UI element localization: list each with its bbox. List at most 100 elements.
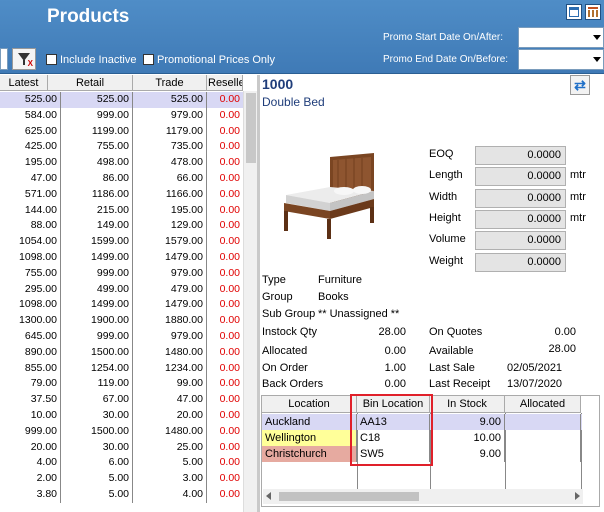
chevron-down-icon[interactable] — [593, 57, 601, 62]
price-cell: 0.00 — [219, 203, 240, 216]
dimension-field[interactable]: 0.0000 — [475, 146, 566, 165]
stock-cell-location: Auckland — [262, 414, 357, 430]
price-cell: 979.00 — [133, 329, 207, 345]
dimension-field[interactable]: 0.0000 — [475, 210, 566, 229]
table-row[interactable]: 3.80 5.00 4.00 0.00 — [0, 487, 243, 503]
table-row[interactable]: 571.00 1186.00 1166.00 0.00 — [0, 186, 243, 203]
price-cell: 1479.00 — [133, 297, 207, 314]
price-cell: 0.00 — [219, 393, 240, 406]
price-cell: 1499.00 — [61, 250, 133, 266]
price-grid[interactable]: Latest Retail Trade Reseller 525.00525.0… — [0, 75, 257, 512]
table-row[interactable]: 1098.00 1499.00 1479.00 0.00 — [0, 297, 243, 314]
table-row[interactable]: 79.00 119.00 99.00 0.00 — [0, 376, 243, 393]
table-row[interactable]: 625.00 1199.00 1179.00 0.00 — [0, 123, 243, 140]
scroll-left-icon[interactable] — [266, 492, 271, 500]
type-value: Furniture — [318, 274, 363, 286]
price-cell: 0.00 — [219, 488, 240, 500]
column-header-retail[interactable]: Retail — [48, 75, 133, 91]
scrollbar-thumb[interactable] — [279, 492, 419, 501]
price-cell: 144.00 — [0, 202, 61, 219]
column-header-location[interactable]: Location — [262, 396, 357, 413]
price-cell: 0.00 — [219, 377, 240, 390]
column-header-trade[interactable]: Trade — [133, 75, 207, 91]
table-row[interactable]: 144.00 215.00 195.00 0.00 — [0, 202, 243, 219]
promo-end-label: Promo End Date On/Before: — [383, 54, 509, 65]
table-row[interactable]: 584.00 999.00 979.00 0.00 — [0, 107, 243, 124]
grid-view-button[interactable] — [585, 4, 601, 20]
page-title: Products — [47, 6, 130, 27]
column-header-allocated[interactable]: Allocated — [505, 396, 581, 413]
price-cell: 0.00 — [219, 409, 240, 421]
promotional-prices-checkbox[interactable]: Promotional Prices Only — [143, 54, 275, 66]
dimension-field[interactable]: 0.0000 — [475, 189, 566, 208]
table-row[interactable]: 1300.00 1900.00 1880.00 0.00 — [0, 313, 243, 329]
price-cell: 0.00 — [219, 456, 240, 469]
price-cell: 5.00 — [61, 471, 133, 487]
dimension-field[interactable]: 0.0000 — [475, 253, 566, 272]
price-cell: 979.00 — [133, 107, 207, 124]
table-row[interactable]: 4.00 6.00 5.00 0.00 — [0, 455, 243, 472]
table-row[interactable]: 525.00 525.00 525.00 0.00 — [0, 92, 243, 108]
stock-cell-allocated — [505, 446, 581, 462]
table-row[interactable]: 10.00 30.00 20.00 0.00 — [0, 408, 243, 424]
table-row[interactable]: 855.00 1254.00 1234.00 0.00 — [0, 360, 243, 377]
table-row[interactable]: 195.00 498.00 478.00 0.00 — [0, 155, 243, 171]
table-row[interactable]: 890.00 1500.00 1480.00 0.00 — [0, 344, 243, 361]
column-header-latest[interactable]: Latest — [0, 75, 48, 91]
price-cell: 195.00 — [0, 155, 61, 171]
vertical-scrollbar[interactable] — [243, 91, 257, 512]
table-row[interactable]: 755.00 999.00 979.00 0.00 — [0, 265, 243, 282]
refresh-icon: ⇄ — [574, 77, 586, 93]
price-cell: 149.00 — [61, 218, 133, 235]
back-orders-label: Back Orders — [262, 378, 324, 390]
panel-splitter[interactable] — [257, 75, 260, 512]
include-inactive-checkbox[interactable]: Include Inactive — [46, 54, 136, 66]
price-cell: 1234.00 — [133, 360, 207, 377]
table-row[interactable]: 295.00 499.00 479.00 0.00 — [0, 281, 243, 298]
stock-cell-instock: 9.00 — [430, 446, 505, 462]
dimension-field[interactable]: 0.0000 — [475, 231, 566, 250]
table-row[interactable]: 999.00 1500.00 1480.00 0.00 — [0, 423, 243, 440]
table-row[interactable]: 88.00 149.00 129.00 0.00 — [0, 218, 243, 235]
list-view-button[interactable] — [566, 4, 582, 20]
checkbox-box[interactable] — [46, 54, 57, 65]
dimension-field[interactable]: 0.0000 — [475, 167, 566, 186]
search-input[interactable] — [0, 48, 8, 70]
table-row[interactable]: 47.00 86.00 66.00 0.00 — [0, 171, 243, 187]
stock-cell-instock: 10.00 — [430, 430, 505, 446]
stock-cell-instock: 9.00 — [430, 414, 505, 430]
price-cell: 5.00 — [133, 455, 207, 472]
table-row[interactable]: 20.00 30.00 25.00 0.00 — [0, 439, 243, 456]
product-code: 1000 — [262, 76, 294, 92]
price-cell: 47.00 — [0, 171, 61, 187]
column-header-in-stock[interactable]: In Stock — [430, 396, 505, 413]
price-cell: 4.00 — [0, 455, 61, 472]
back-orders-value: 0.00 — [384, 378, 406, 390]
price-cell: 86.00 — [61, 171, 133, 187]
checkbox-box[interactable] — [143, 54, 154, 65]
scrollbar-thumb[interactable] — [246, 93, 256, 163]
chevron-down-icon[interactable] — [593, 35, 601, 40]
promo-start-date-input[interactable] — [518, 27, 604, 48]
header-bar: Products Promo Start Date On/After: Prom… — [0, 0, 604, 74]
dimension-label: Weight — [429, 255, 464, 267]
table-row[interactable]: 645.00 999.00 979.00 0.00 — [0, 329, 243, 345]
group-label: Group — [262, 291, 293, 303]
refresh-button[interactable]: ⇄ — [570, 75, 590, 95]
last-receipt-label: Last Receipt — [429, 378, 491, 390]
promo-end-date-input[interactable] — [518, 49, 604, 70]
price-cell: 478.00 — [133, 155, 207, 171]
table-row[interactable]: 1054.00 1599.00 1579.00 0.00 — [0, 234, 243, 250]
price-cell: 0.00 — [219, 424, 240, 437]
table-row[interactable]: 2.00 5.00 3.00 0.00 — [0, 471, 243, 487]
column-header-reseller[interactable]: Reseller — [207, 75, 243, 91]
scroll-right-icon[interactable] — [575, 492, 580, 500]
horizontal-scrollbar[interactable] — [263, 489, 583, 504]
table-row[interactable]: 425.00 755.00 735.00 0.00 — [0, 139, 243, 156]
price-cell: 1900.00 — [61, 313, 133, 329]
price-cell: 0.00 — [219, 108, 240, 121]
table-row[interactable]: 37.50 67.00 47.00 0.00 — [0, 392, 243, 408]
price-cell: 1054.00 — [0, 234, 61, 250]
table-row[interactable]: 1098.00 1499.00 1479.00 0.00 — [0, 250, 243, 266]
filter-button[interactable]: X — [12, 48, 36, 70]
